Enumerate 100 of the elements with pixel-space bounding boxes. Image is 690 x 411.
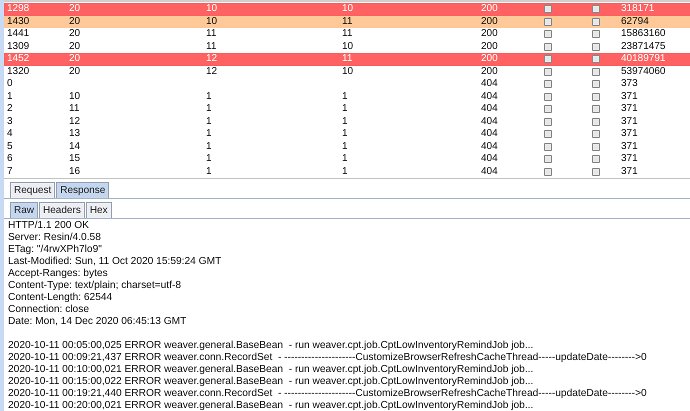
table-cell-text: 200 bbox=[480, 3, 499, 16]
checkbox[interactable] bbox=[544, 5, 552, 14]
response-header-line: Server: Resin/4.0.58 bbox=[8, 232, 101, 244]
checkbox[interactable] bbox=[592, 105, 600, 114]
checkbox[interactable] bbox=[592, 5, 600, 14]
table-cell-text: 10 bbox=[205, 16, 218, 28]
tab[interactable]: Raw bbox=[10, 202, 38, 218]
response-header-line: Date: Mon, 14 Dec 2020 06:45:13 GMT bbox=[8, 316, 186, 328]
table-cell-text: 12 bbox=[68, 116, 82, 128]
table-cell-text: 20 bbox=[68, 53, 82, 66]
checkbox[interactable] bbox=[544, 80, 552, 88]
checkbox[interactable] bbox=[592, 30, 600, 38]
table-cell-text: 371 bbox=[620, 90, 639, 103]
table-cell-text: 371 bbox=[620, 140, 639, 153]
table-cell-text: 53974060 bbox=[620, 66, 666, 78]
table-cell-text: 11 bbox=[68, 103, 80, 116]
table-cell-text: 371 bbox=[620, 166, 639, 178]
table-cell-text: 404 bbox=[480, 153, 499, 166]
table-cell-text: 15 bbox=[68, 153, 82, 166]
checkbox[interactable] bbox=[544, 130, 552, 138]
table-cell-text: 20 bbox=[68, 3, 82, 16]
table-cell-text: 404 bbox=[480, 78, 499, 90]
checkbox[interactable] bbox=[592, 92, 600, 101]
table-cell-text: 40189791 bbox=[620, 53, 666, 66]
table-cell-text: 5 bbox=[6, 140, 14, 153]
tab[interactable]: Hex bbox=[86, 202, 112, 218]
checkbox[interactable] bbox=[592, 142, 600, 151]
table-cell-text: 10 bbox=[341, 3, 354, 16]
table-cell-text: 371 bbox=[620, 128, 639, 140]
table-cell-text: 1 bbox=[341, 103, 349, 116]
table-cell-text: 10 bbox=[341, 40, 354, 53]
response-header-line: HTTP/1.1 200 OK bbox=[8, 220, 89, 232]
table-cell-text: 10 bbox=[68, 90, 82, 103]
checkbox[interactable] bbox=[544, 142, 552, 151]
checkbox[interactable] bbox=[544, 18, 552, 26]
table-cell-text: 1 bbox=[205, 140, 213, 153]
tab[interactable]: Response bbox=[56, 182, 110, 198]
table-cell-text: 62794 bbox=[620, 16, 650, 28]
table-cell-text: 1 bbox=[205, 90, 213, 103]
table-cell-text: 1430 bbox=[6, 16, 30, 28]
tab[interactable]: Headers bbox=[39, 202, 85, 218]
table-cell-text: 404 bbox=[480, 103, 499, 116]
checkbox[interactable] bbox=[544, 168, 552, 176]
checkbox[interactable] bbox=[544, 55, 552, 64]
table-cell-text: 373 bbox=[620, 78, 639, 90]
table-cell-text: 2 bbox=[6, 103, 14, 116]
tab[interactable]: Request bbox=[10, 182, 56, 198]
checkbox[interactable] bbox=[592, 68, 600, 76]
checkbox[interactable] bbox=[592, 18, 600, 26]
checkbox[interactable] bbox=[592, 80, 600, 88]
response-header-line: ETag: "/4rwXPh7lo9" bbox=[8, 244, 102, 256]
table-cell-text: 4 bbox=[6, 128, 14, 140]
log-line: 2020-10-11 00:20:00,021 ERROR weaver.general.BaseBean - run weaver.cpt.job.CptLowInventoryRemindJob job... bbox=[8, 400, 534, 411]
table-cell-text: 10 bbox=[341, 66, 354, 78]
response-header-line: Content-Length: 62544 bbox=[8, 292, 112, 304]
checkbox[interactable] bbox=[592, 42, 600, 51]
table-cell-text: 371 bbox=[620, 103, 639, 116]
table-cell-text: 404 bbox=[480, 128, 499, 140]
table-cell-text: 13 bbox=[68, 128, 82, 140]
checkbox[interactable] bbox=[592, 55, 600, 64]
checkbox[interactable] bbox=[592, 130, 600, 138]
checkbox[interactable] bbox=[592, 168, 600, 176]
table-cell-text: 404 bbox=[480, 140, 499, 153]
table-cell-text: 1 bbox=[205, 166, 213, 178]
checkbox[interactable] bbox=[544, 92, 552, 101]
table-cell-text: 318171 bbox=[620, 3, 656, 16]
table-cell-text: 1 bbox=[341, 128, 349, 140]
table-cell-text: 1320 bbox=[6, 66, 30, 78]
checkbox[interactable] bbox=[592, 155, 600, 164]
response-header-line: Connection: close bbox=[8, 304, 89, 316]
table-cell-text: 20 bbox=[68, 28, 82, 40]
checkbox[interactable] bbox=[592, 118, 600, 126]
table-cell-text: 1 bbox=[205, 103, 213, 116]
response-header-line: Content-Type: text/plain; charset=utf-8 bbox=[8, 280, 181, 292]
table-cell-text: 404 bbox=[480, 166, 499, 178]
table-cell-text: 10 bbox=[205, 3, 218, 16]
checkbox[interactable] bbox=[544, 105, 552, 114]
table-cell-text: 11 bbox=[205, 40, 218, 53]
table-cell-text: 200 bbox=[480, 53, 499, 66]
table-cell-text: 14 bbox=[68, 140, 82, 153]
table-cell-text: 404 bbox=[480, 90, 499, 103]
table-cell-text: 7 bbox=[6, 166, 14, 178]
checkbox[interactable] bbox=[544, 68, 552, 76]
table-cell-text: 1452 bbox=[6, 53, 30, 66]
log-line: 2020-10-11 00:05:00,025 ERROR weaver.general.BaseBean - run weaver.cpt.job.CptLowInventoryRemindJob job... bbox=[8, 340, 534, 352]
table-cell-text: 12 bbox=[205, 66, 218, 78]
table-row[interactable]: 1320 20 12 10 200 53974060 bbox=[4, 66, 690, 78]
checkbox[interactable] bbox=[544, 118, 552, 126]
table-row[interactable]: 1430 20 10 11 200 62794 bbox=[4, 16, 690, 28]
checkbox[interactable] bbox=[544, 42, 552, 51]
checkbox[interactable] bbox=[544, 155, 552, 164]
table-cell-text: 20 bbox=[68, 40, 82, 53]
table-cell-text: 200 bbox=[480, 66, 499, 78]
table-cell-text: 11 bbox=[341, 53, 354, 66]
table-cell-text: 11 bbox=[205, 28, 218, 40]
response-header-line: Accept-Ranges: bytes bbox=[8, 268, 108, 280]
log-line: 2020-10-11 00:15:00,022 ERROR weaver.general.BaseBean - run weaver.cpt.job.CptLowInventoryRemindJob job... bbox=[8, 376, 534, 388]
table-cell-text: 1 bbox=[205, 116, 213, 128]
checkbox[interactable] bbox=[544, 30, 552, 38]
table-cell-text: 1 bbox=[341, 140, 349, 153]
